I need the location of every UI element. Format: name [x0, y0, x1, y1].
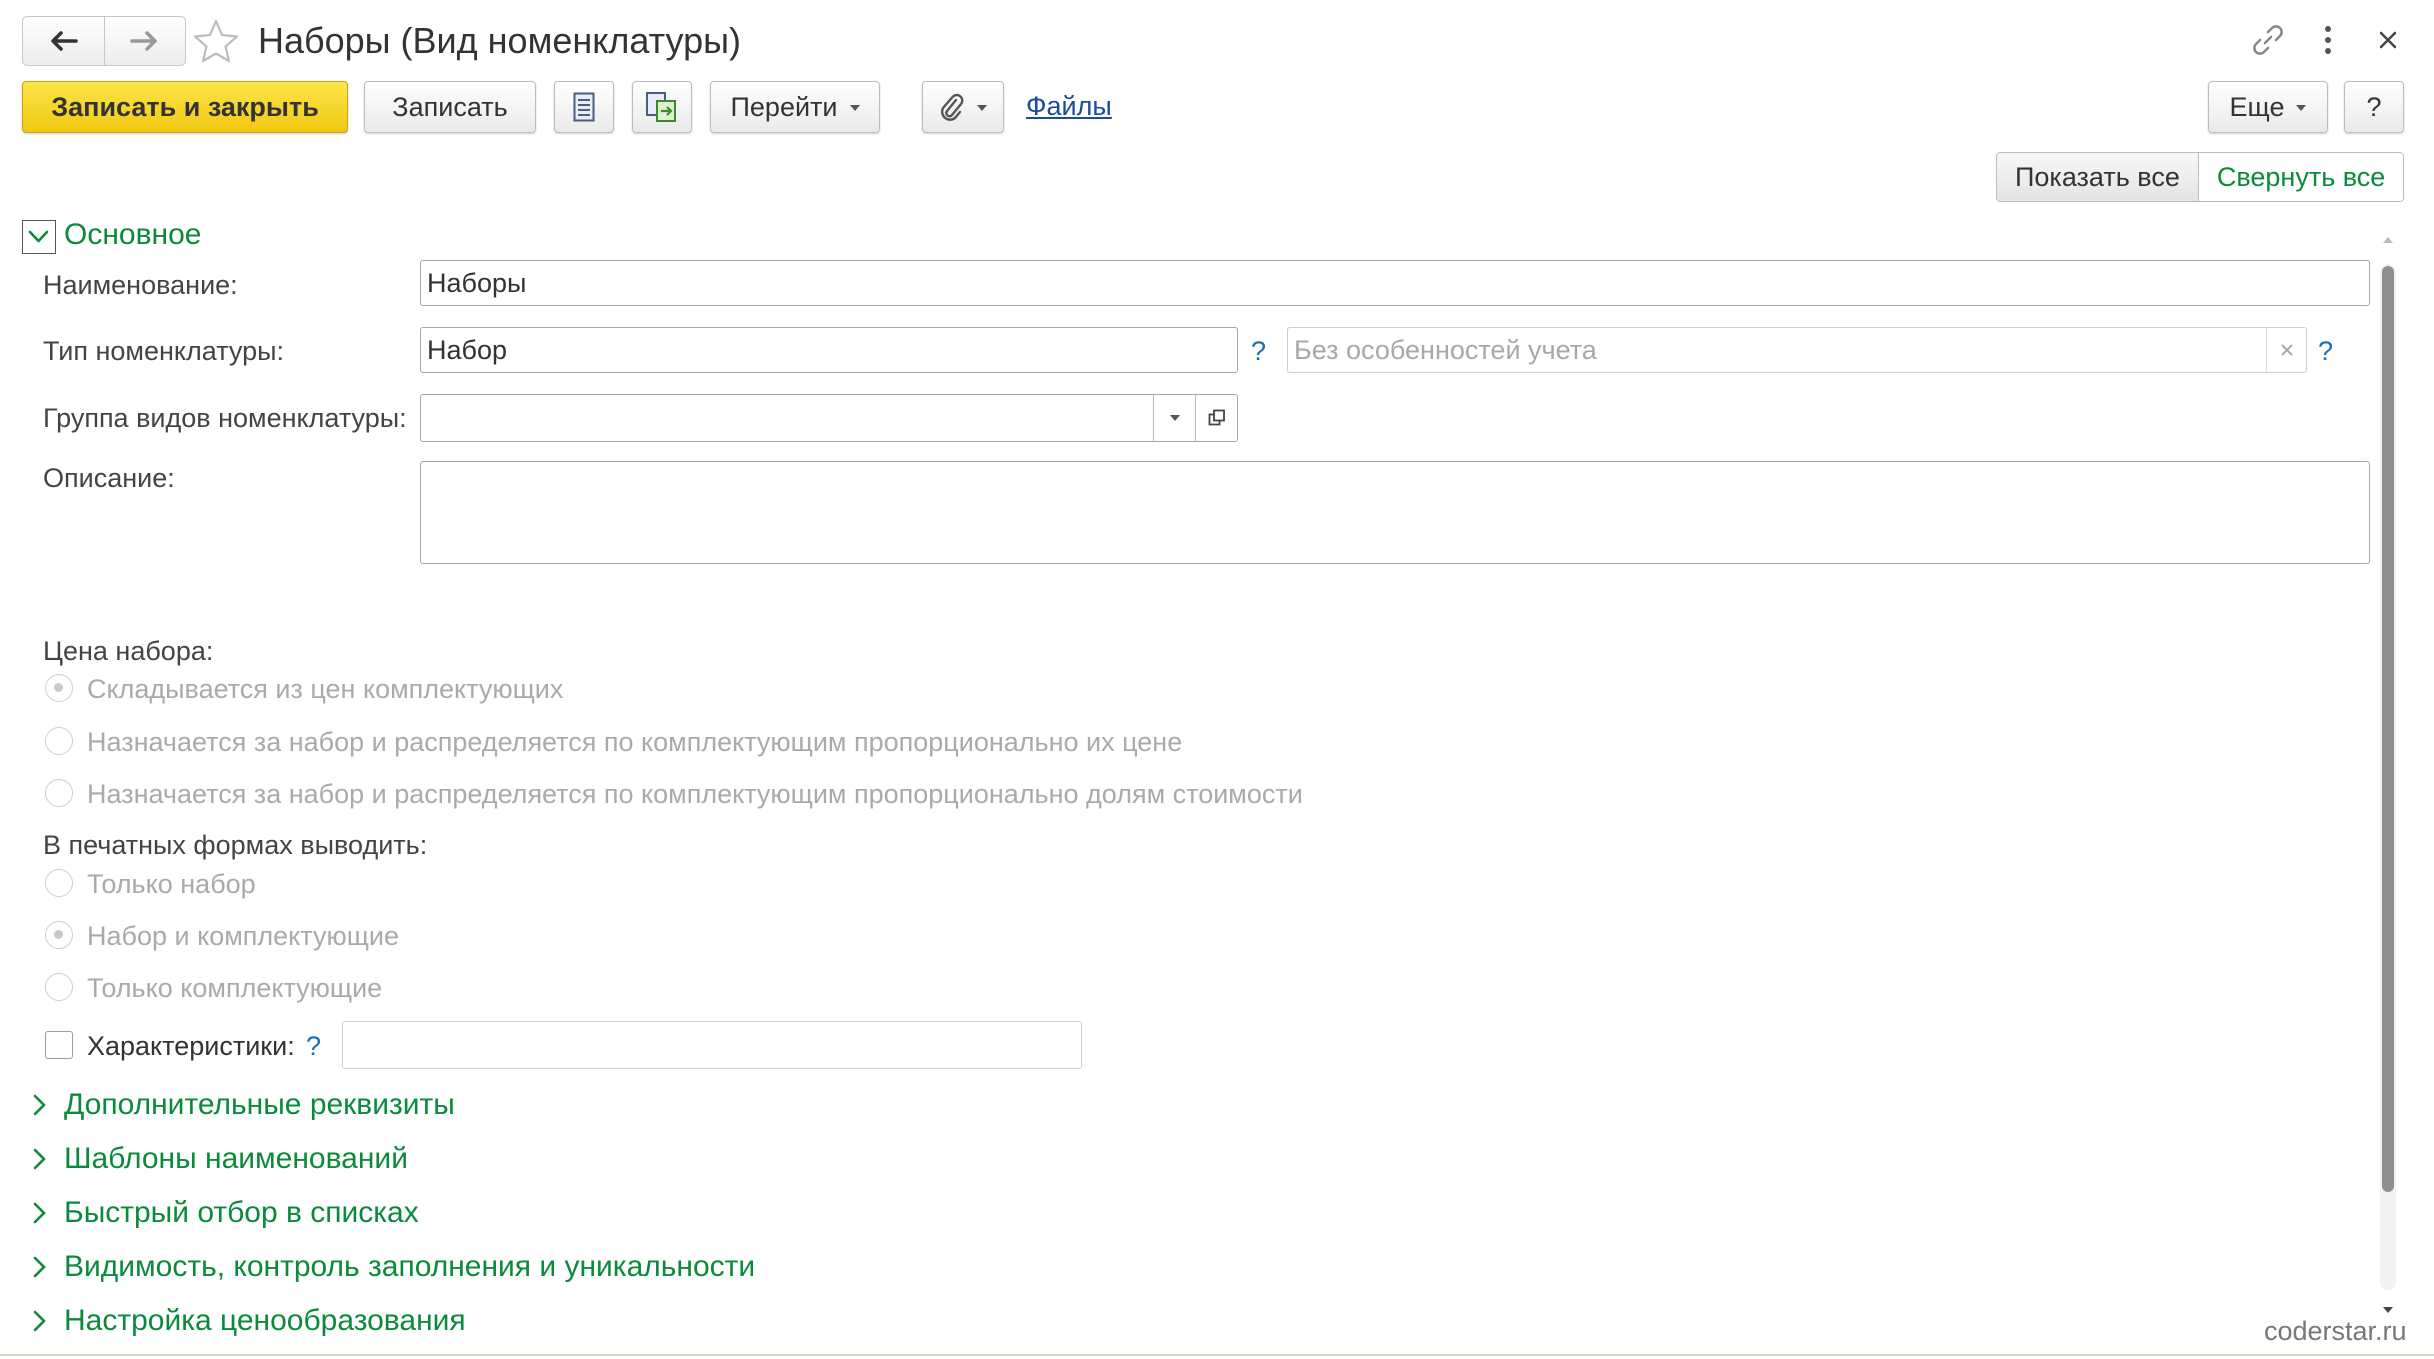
chevron-right-icon [33, 1094, 46, 1116]
expand-collapse-toggle: Показать все Свернуть все [1996, 152, 2405, 202]
goto-dropdown-button[interactable]: Перейти [710, 81, 880, 133]
main-group-title: Основное [64, 218, 202, 251]
accounting-placeholder: Без особенностей учета [1294, 334, 1597, 365]
help-button[interactable]: ? [2344, 81, 2404, 133]
clear-button[interactable] [2266, 328, 2306, 372]
group-dropdown-button[interactable] [1153, 395, 1195, 441]
menu-button[interactable] [2306, 18, 2350, 62]
save-and-close-button[interactable]: Записать и закрыть [22, 81, 348, 133]
star-icon [193, 19, 239, 63]
collapse-all-button[interactable]: Свернуть все [2198, 153, 2404, 201]
type-label: Тип номенклатуры: [43, 336, 285, 366]
group-label: Группа видов номенклатуры: [43, 403, 407, 433]
section-title: Настройка ценообразования [64, 1304, 466, 1337]
scrollbar-thumb[interactable] [2382, 266, 2394, 1192]
arrow-right-icon [130, 31, 157, 51]
back-button[interactable] [23, 17, 104, 65]
chevron-right-icon [33, 1256, 46, 1278]
section-pricing-settings[interactable]: Настройка ценообразования [30, 1304, 466, 1338]
chevron-right-icon [33, 1148, 46, 1170]
watermark-text: coderstar.ru [2264, 1316, 2407, 1346]
print-option-3-radio[interactable] [45, 973, 73, 1001]
document-list-icon [573, 92, 595, 122]
print-option-1-label: Только набор [87, 869, 256, 899]
paperclip-icon [940, 93, 964, 121]
more-label: Еще [2229, 91, 2285, 122]
related-documents-button[interactable] [632, 81, 692, 133]
chevron-down-icon [849, 105, 860, 111]
more-dropdown-button[interactable]: Еще [2208, 81, 2328, 133]
link-button[interactable] [2246, 18, 2290, 62]
type-help-icon[interactable]: ? [1251, 336, 1266, 367]
link-icon [2253, 25, 2283, 55]
price-label: Цена набора: [43, 636, 214, 666]
characteristics-input[interactable] [342, 1021, 1082, 1069]
description-label: Описание: [43, 463, 175, 493]
name-value: Наборы [427, 267, 527, 298]
arrow-down-icon [2383, 1307, 2393, 1313]
list-document-button[interactable] [554, 81, 614, 133]
arrow-left-icon [51, 31, 78, 51]
arrow-up-icon [2383, 237, 2393, 243]
goto-label: Перейти [730, 91, 838, 122]
attachments-dropdown-button[interactable] [922, 81, 1004, 133]
scroll-up-arrow[interactable] [2381, 232, 2395, 250]
print-option-3-label: Только комплектующие [87, 973, 383, 1003]
close-button[interactable] [2366, 18, 2410, 62]
document-structure-icon [646, 92, 676, 122]
accounting-help-icon[interactable]: ? [2318, 336, 2333, 367]
section-title: Быстрый отбор в списках [64, 1196, 419, 1229]
print-label: В печатных формах выводить: [43, 830, 428, 860]
favorite-star-button[interactable] [190, 16, 242, 73]
group-open-button[interactable] [1195, 395, 1237, 441]
clear-icon [2280, 344, 2293, 356]
save-button[interactable]: Записать [364, 81, 536, 133]
print-option-1-radio[interactable] [45, 869, 73, 897]
name-input[interactable]: Наборы [420, 260, 2370, 306]
chevron-down-icon [1169, 415, 1180, 421]
chevron-down-icon [977, 105, 987, 111]
description-textarea[interactable] [420, 461, 2370, 564]
characteristics-checkbox[interactable] [45, 1031, 73, 1059]
forward-button[interactable] [103, 17, 186, 65]
price-option-1-radio[interactable] [45, 674, 73, 702]
price-option-2-radio[interactable] [45, 727, 73, 755]
group-input[interactable] [420, 394, 1238, 442]
section-name-templates[interactable]: Шаблоны наименований [30, 1142, 408, 1176]
section-title: Дополнительные реквизиты [64, 1088, 455, 1121]
price-option-3-label: Назначается за набор и распределяется по… [87, 779, 1303, 809]
price-option-1-label: Складывается из цен комплектующих [87, 674, 564, 704]
chevron-down-icon [2296, 105, 2307, 111]
characteristics-label: Характеристики: [87, 1031, 295, 1061]
price-option-3-radio[interactable] [45, 779, 73, 807]
window-title: Наборы (Вид номенклатуры) [258, 20, 741, 61]
open-window-icon [1208, 409, 1225, 426]
chevron-down-icon [28, 230, 49, 243]
type-value: Набор [427, 334, 508, 365]
close-icon [2379, 31, 2397, 49]
files-link[interactable]: Файлы [1026, 91, 1112, 122]
section-additional-attributes[interactable]: Дополнительные реквизиты [30, 1088, 455, 1122]
name-label: Наименование: [43, 270, 238, 300]
show-all-button[interactable]: Показать все [1997, 153, 2199, 201]
accounting-feature-input[interactable]: Без особенностей учета [1287, 327, 2307, 373]
chevron-right-icon [33, 1310, 46, 1332]
main-group-toggle[interactable] [22, 220, 56, 254]
bottom-divider [0, 1354, 2434, 1356]
print-option-2-radio[interactable] [45, 921, 73, 949]
section-visibility-control[interactable]: Видимость, контроль заполнения и уникаль… [30, 1250, 755, 1284]
characteristics-help-icon[interactable]: ? [306, 1031, 321, 1062]
section-quick-filter[interactable]: Быстрый отбор в списках [30, 1196, 419, 1230]
price-option-2-label: Назначается за набор и распределяется по… [87, 727, 1183, 757]
more-vertical-icon [2325, 26, 2331, 54]
section-title: Шаблоны наименований [64, 1142, 408, 1175]
print-option-2-label: Набор и комплектующие [87, 921, 400, 951]
type-input[interactable]: Набор [420, 327, 1238, 373]
chevron-right-icon [33, 1202, 46, 1224]
section-title: Видимость, контроль заполнения и уникаль… [64, 1250, 756, 1283]
nav-buttons [22, 16, 186, 66]
